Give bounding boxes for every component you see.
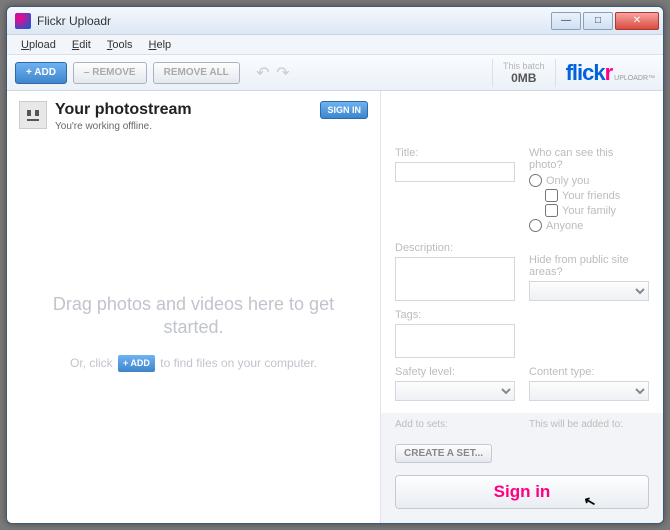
- photostream-subtitle: You're working offline.: [55, 121, 192, 132]
- menu-upload[interactable]: Upload: [13, 39, 64, 51]
- titlebar: Flickr Uploadr — □ ✕: [7, 7, 663, 35]
- visibility-label: Who can see this photo?: [529, 147, 649, 171]
- visibility-anyone[interactable]: [529, 219, 542, 232]
- menu-help[interactable]: Help: [141, 39, 180, 51]
- remove-button[interactable]: – REMOVE: [73, 62, 147, 84]
- added-label: This will be added to:: [529, 419, 649, 430]
- menu-tools[interactable]: Tools: [99, 39, 141, 51]
- menu-bar: Upload Edit Tools Help: [7, 35, 663, 55]
- description-input[interactable]: [395, 257, 515, 301]
- title-label: Title:: [395, 147, 515, 159]
- window-controls: — □ ✕: [549, 12, 659, 30]
- tags-input[interactable]: [395, 324, 515, 358]
- content-label: Content type:: [529, 366, 649, 378]
- title-input[interactable]: [395, 162, 515, 182]
- dropzone-headline: Drag photos and videos here to get start…: [37, 293, 350, 340]
- visibility-family[interactable]: [545, 204, 558, 217]
- photostream-text: Your photostream You're working offline.: [55, 101, 192, 132]
- flickr-logo: flickrUPLOADR™: [566, 60, 655, 86]
- content-area: Your photostream You're working offline.…: [7, 91, 663, 523]
- menu-edit[interactable]: Edit: [64, 39, 99, 51]
- visibility-only-you[interactable]: [529, 174, 542, 187]
- rotate-left-icon[interactable]: ↶: [254, 64, 272, 82]
- hide-select[interactable]: [529, 281, 649, 301]
- window-title: Flickr Uploadr: [37, 14, 549, 28]
- rotate-right-icon[interactable]: ↷: [274, 64, 292, 82]
- left-pane: Your photostream You're working offline.…: [7, 91, 381, 523]
- photostream-title: Your photostream: [55, 101, 192, 119]
- signin-big-button[interactable]: Sign in ↖: [395, 475, 649, 509]
- logo-sup: UPLOADR™: [614, 75, 655, 82]
- toolbar: + ADD – REMOVE REMOVE ALL ↶ ↷ This batch…: [7, 55, 663, 91]
- signin-small-button[interactable]: SIGN IN: [320, 101, 368, 119]
- content-select[interactable]: [529, 381, 649, 401]
- app-icon: [15, 13, 31, 29]
- cursor-icon: ↖: [582, 492, 598, 511]
- close-button[interactable]: ✕: [615, 12, 659, 30]
- rotate-controls: ↶ ↷: [254, 64, 292, 82]
- batch-value: 0MB: [503, 71, 545, 85]
- tags-label: Tags:: [395, 309, 515, 321]
- add-button[interactable]: + ADD: [15, 62, 67, 84]
- visibility-friends[interactable]: [545, 189, 558, 202]
- logo-part2: r: [605, 60, 613, 86]
- logo-part1: flick: [566, 60, 605, 86]
- create-set-button[interactable]: CREATE A SET...: [395, 444, 492, 463]
- description-label: Description:: [395, 242, 515, 254]
- dropzone[interactable]: Drag photos and videos here to get start…: [7, 142, 380, 523]
- batch-label: This batch: [503, 61, 545, 71]
- avatar-icon: [19, 101, 47, 129]
- minimize-button[interactable]: —: [551, 12, 581, 30]
- safety-select[interactable]: [395, 381, 515, 401]
- mini-add-button[interactable]: + ADD: [118, 355, 155, 373]
- addsets-label: Add to sets:: [395, 419, 515, 430]
- app-window: Flickr Uploadr — □ ✕ Upload Edit Tools H…: [6, 6, 664, 524]
- metadata-panel: Title: Who can see this photo? Only you …: [381, 91, 663, 523]
- hide-label: Hide from public site areas?: [529, 254, 649, 278]
- maximize-button[interactable]: □: [583, 12, 613, 30]
- sets-area: Add to sets: This will be added to:: [381, 413, 663, 436]
- dropzone-subline: Or, click + ADD to find files on your co…: [70, 354, 317, 373]
- safety-label: Safety level:: [395, 366, 515, 378]
- photostream-header: Your photostream You're working offline.…: [7, 91, 380, 142]
- batch-indicator: This batch 0MB: [492, 59, 556, 87]
- remove-all-button[interactable]: REMOVE ALL: [153, 62, 240, 84]
- bottom-bar: CREATE A SET... Sign in ↖: [381, 436, 663, 523]
